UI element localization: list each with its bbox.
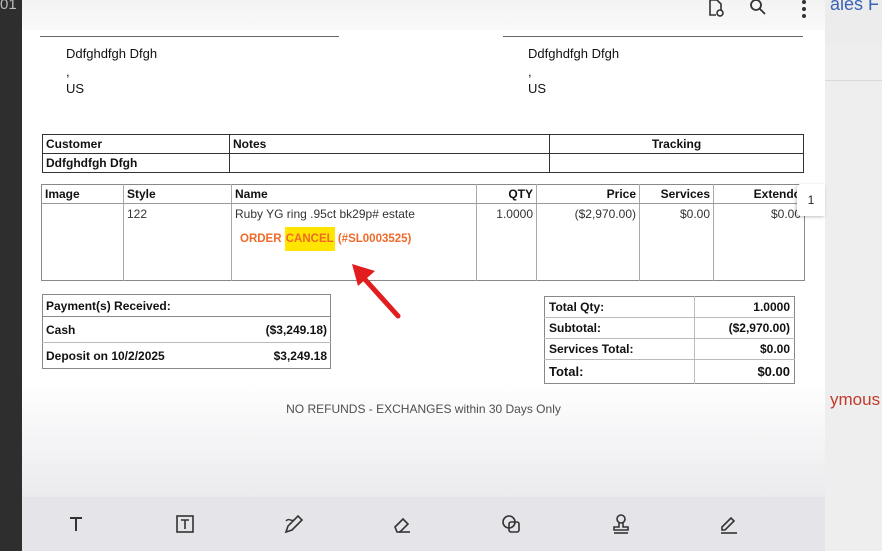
viewer-top-bar <box>22 0 825 30</box>
customer-value: Ddfghdfgh Dfgh <box>42 153 230 173</box>
qty-column-header: QTY <box>476 184 537 204</box>
invoice-page: Ddfghdfgh Dfgh , US Ddfghdfgh Dfgh , US … <box>22 0 825 551</box>
search-icon[interactable] <box>746 0 770 19</box>
stamp-icon[interactable] <box>608 511 634 537</box>
ship-to-country: US <box>528 81 547 96</box>
background-app-right: ales F ymous <box>825 0 882 551</box>
background-app-left: 01 <box>0 0 22 551</box>
ship-to-address: Ddfghdfgh Dfgh , US <box>528 45 619 98</box>
order-cancel-prefix: ORDER <box>240 233 285 245</box>
table-row: Cash ($3,249.18) <box>42 316 331 343</box>
item-services: $0.00 <box>639 203 714 281</box>
services-total-value: $0.00 <box>694 338 795 360</box>
background-left-text: 01 <box>0 0 17 13</box>
extended-column-header: Extendo <box>713 184 805 204</box>
eraser-icon[interactable] <box>389 511 415 537</box>
signature-icon[interactable] <box>716 511 742 537</box>
notes-header: Notes <box>229 134 550 154</box>
table-row: Subtotal: ($2,970.00) <box>544 317 795 339</box>
order-cancel-label: ORDER CANCEL (#SL0003525) <box>240 227 412 251</box>
bill-to-address: Ddfghdfgh Dfgh , US <box>66 45 157 98</box>
services-column-header: Services <box>639 184 714 204</box>
customer-header: Customer <box>42 134 230 154</box>
tracking-header: Tracking <box>549 134 804 154</box>
bill-to-name: Ddfghdfgh Dfgh <box>66 46 158 61</box>
name-column-header: Name <box>231 184 477 204</box>
pdf-viewer: Ddfghdfgh Dfgh , US Ddfghdfgh Dfgh , US … <box>22 0 825 551</box>
shapes-icon[interactable] <box>498 511 524 537</box>
background-title: ales F <box>830 0 880 14</box>
background-divider <box>825 80 882 81</box>
table-row: 122 Ruby YG ring .95ct bk29p# estate ORD… <box>41 203 805 281</box>
bill-to-box-bottom <box>40 36 339 37</box>
payment-amount: ($3,249.18) <box>229 316 331 343</box>
cancel-highlight: CANCEL <box>284 227 335 251</box>
order-cancel-suffix: (#SL0003525) <box>334 233 412 245</box>
text-box-icon[interactable] <box>172 511 198 537</box>
bill-to-line2: , <box>66 63 70 79</box>
items-table: Image Style Name QTY Price Services Exte… <box>41 184 805 281</box>
table-row: Deposit on 10/2/2025 $3,249.18 <box>43 343 331 369</box>
services-total-label: Services Total: <box>544 338 695 360</box>
background-header: ales F <box>825 0 882 44</box>
customer-table: Customer Notes Tracking Ddfghdfgh Dfgh <box>42 134 804 173</box>
background-side-text: ymous <box>830 390 881 409</box>
ship-to-line2: , <box>528 63 532 79</box>
item-image-cell <box>41 203 124 281</box>
item-qty: 1.0000 <box>476 203 537 281</box>
item-price: ($2,970.00) <box>536 203 640 281</box>
refund-policy-note: NO REFUNDS - EXCHANGES within 30 Days On… <box>286 402 561 416</box>
price-column-header: Price <box>536 184 640 204</box>
image-column-header: Image <box>41 184 124 204</box>
subtotal-value: ($2,970.00) <box>694 317 795 339</box>
total-qty-label: Total Qty: <box>544 296 695 318</box>
page-indicator[interactable]: 1 <box>797 184 825 216</box>
annotation-toolbar <box>22 497 825 551</box>
ship-to-box-bottom <box>503 36 803 37</box>
annotation-arrow-icon <box>352 264 401 319</box>
document-settings-icon[interactable] <box>704 0 728 20</box>
text-tool-icon[interactable] <box>63 511 89 537</box>
total-qty-value: 1.0000 <box>694 296 795 318</box>
payment-label: Deposit on 10/2/2025 <box>46 348 165 363</box>
item-style: 122 <box>123 203 232 281</box>
more-vert-icon[interactable] <box>792 0 816 21</box>
style-column-header: Style <box>123 184 232 204</box>
payments-table: Payment(s) Received: Cash ($3,249.18) De… <box>42 294 331 369</box>
tracking-value <box>549 153 804 173</box>
notes-value <box>229 153 550 173</box>
table-row: Total Qty: 1.0000 <box>544 296 795 318</box>
table-row: Services Total: $0.00 <box>544 338 795 360</box>
payments-title: Payment(s) Received: <box>42 294 331 317</box>
payment-label: Cash <box>42 316 230 343</box>
totals-table: Total Qty: 1.0000 Subtotal: ($2,970.00) … <box>544 296 795 384</box>
table-row: Total: $0.00 <box>544 359 795 384</box>
grand-total-value: $0.00 <box>757 364 790 379</box>
grand-total-label: Total: <box>544 359 695 384</box>
payment-amount: $3,249.18 <box>273 348 327 363</box>
item-name: Ruby YG ring .95ct bk29p# estate <box>235 207 415 221</box>
draw-icon[interactable] <box>281 511 307 537</box>
item-extended: $0.00 <box>770 207 801 221</box>
bill-to-country: US <box>66 81 85 96</box>
subtotal-label: Subtotal: <box>544 317 695 339</box>
ship-to-name: Ddfghdfgh Dfgh <box>528 46 620 61</box>
